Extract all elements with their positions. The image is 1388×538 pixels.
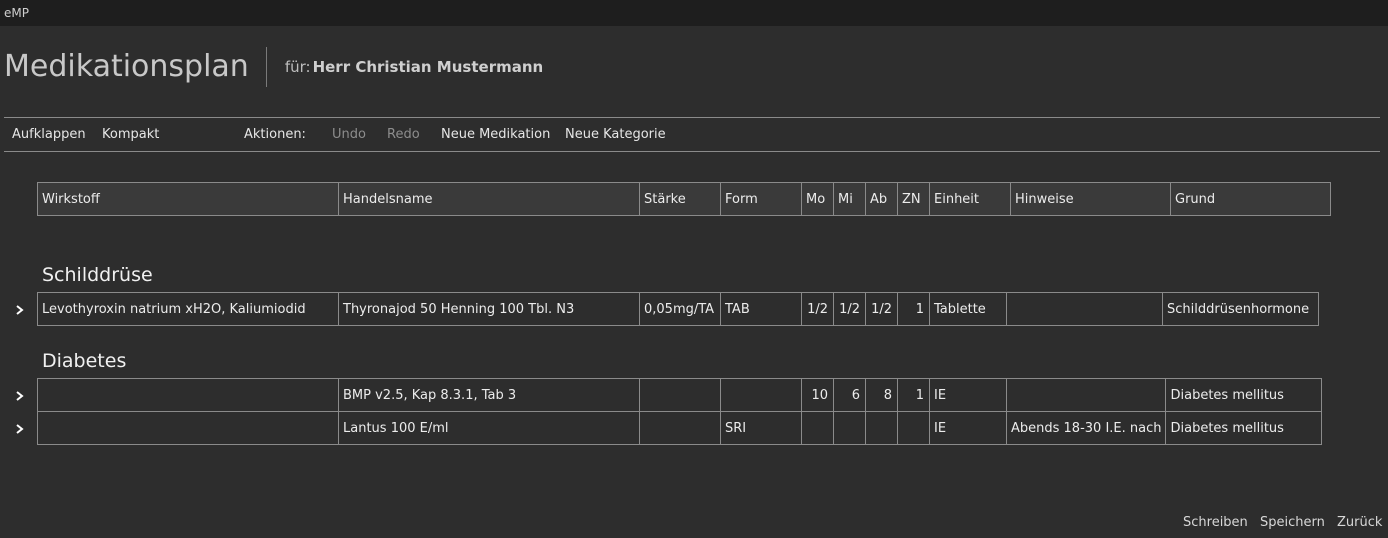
toolbar: Aufklappen Kompakt Aktionen: Undo Redo N… xyxy=(4,117,1380,152)
medication-table: BMP v2.5, Kap 8.3.1, Tab 3 10 6 8 1 IE D… xyxy=(37,378,1323,445)
cell-form[interactable]: TAB xyxy=(720,292,802,326)
cell-zn[interactable] xyxy=(897,411,930,445)
save-button[interactable]: Speichern xyxy=(1260,515,1325,530)
cell-einheit[interactable]: IE xyxy=(929,411,1007,445)
cell-ab[interactable]: 1/2 xyxy=(865,292,898,326)
cell-form[interactable]: SRI xyxy=(720,411,802,445)
table-row[interactable]: Lantus 100 E/ml SRI IE Abends 18-30 I.E.… xyxy=(37,411,1323,445)
cell-grund[interactable]: Diabetes mellitus xyxy=(1165,411,1323,445)
cell-hinweise[interactable]: Abends 18-30 I.E. nach xyxy=(1005,411,1167,445)
cell-mo[interactable] xyxy=(801,411,834,445)
cell-mi[interactable] xyxy=(833,411,866,445)
cell-staerke[interactable] xyxy=(639,411,721,445)
cell-mo[interactable]: 1/2 xyxy=(801,292,834,326)
medication-table: Levothyroxin natrium xH2O, Kaliumiodid T… xyxy=(37,292,1319,326)
column-header[interactable]: Einheit xyxy=(929,182,1011,216)
category-heading: Diabetes xyxy=(42,350,127,372)
page-header: Medikationsplan für: Herr Christian Muste… xyxy=(4,46,543,88)
cell-einheit[interactable]: IE xyxy=(929,378,1007,412)
cell-grund[interactable]: Diabetes mellitus xyxy=(1165,378,1323,412)
cell-wirkstoff[interactable] xyxy=(37,411,339,445)
actions-label: Aktionen: xyxy=(244,127,306,142)
cell-wirkstoff[interactable]: Levothyroxin natrium xH2O, Kaliumiodid xyxy=(37,292,339,326)
column-header[interactable]: Ab xyxy=(865,182,898,216)
column-header[interactable]: Mi xyxy=(833,182,866,216)
patient-info: für: Herr Christian Mustermann xyxy=(285,58,543,76)
cell-handelsname[interactable]: Lantus 100 E/ml xyxy=(338,411,640,445)
table-row[interactable]: Levothyroxin natrium xH2O, Kaliumiodid T… xyxy=(37,292,1319,326)
cell-hinweise[interactable] xyxy=(1005,378,1167,412)
cell-handelsname[interactable]: BMP v2.5, Kap 8.3.1, Tab 3 xyxy=(338,378,640,412)
cell-staerke[interactable] xyxy=(639,378,721,412)
chevron-right-icon[interactable] xyxy=(14,422,26,436)
window-title: eMP xyxy=(0,0,1388,26)
column-header[interactable]: ZN xyxy=(897,182,930,216)
cell-mo[interactable]: 10 xyxy=(801,378,834,412)
page-title: Medikationsplan xyxy=(4,49,249,84)
header-divider xyxy=(265,47,267,87)
cell-ab[interactable]: 8 xyxy=(865,378,898,412)
back-button[interactable]: Zurück xyxy=(1337,515,1382,530)
cell-wirkstoff[interactable] xyxy=(37,378,339,412)
cell-ab[interactable] xyxy=(865,411,898,445)
cell-mi[interactable]: 1/2 xyxy=(833,292,866,326)
cell-zn[interactable]: 1 xyxy=(897,292,930,326)
undo-button[interactable]: Undo xyxy=(332,127,366,142)
patient-prefix: für: xyxy=(284,58,311,76)
column-header-row: Wirkstoff Handelsname Stärke Form Mo Mi … xyxy=(37,182,1331,216)
expand-button[interactable]: Aufklappen xyxy=(12,127,86,142)
redo-button[interactable]: Redo xyxy=(387,127,420,142)
cell-staerke[interactable]: 0,05mg/TA xyxy=(639,292,721,326)
patient-name: Herr Christian Mustermann xyxy=(312,58,544,76)
chevron-right-icon[interactable] xyxy=(14,389,26,403)
category-heading: Schilddrüse xyxy=(42,264,153,286)
chevron-right-icon[interactable] xyxy=(14,303,26,317)
cell-handelsname[interactable]: Thyronajod 50 Henning 100 Tbl. N3 xyxy=(338,292,640,326)
new-category-button[interactable]: Neue Kategorie xyxy=(565,127,666,142)
column-header[interactable]: Handelsname xyxy=(338,182,640,216)
cell-grund[interactable]: Schilddrüsenhormone xyxy=(1162,292,1319,326)
write-button[interactable]: Schreiben xyxy=(1183,515,1248,530)
cell-einheit[interactable]: Tablette xyxy=(929,292,1007,326)
cell-hinweise[interactable] xyxy=(1006,292,1163,326)
column-header[interactable]: Hinweise xyxy=(1010,182,1171,216)
table-row[interactable]: BMP v2.5, Kap 8.3.1, Tab 3 10 6 8 1 IE D… xyxy=(37,378,1323,412)
column-header[interactable]: Stärke xyxy=(639,182,721,216)
compact-button[interactable]: Kompakt xyxy=(102,127,159,142)
new-medication-button[interactable]: Neue Medikation xyxy=(441,127,550,142)
cell-zn[interactable]: 1 xyxy=(897,378,930,412)
column-header[interactable]: Wirkstoff xyxy=(37,182,339,216)
cell-form[interactable] xyxy=(720,378,802,412)
column-header[interactable]: Grund xyxy=(1170,182,1331,216)
column-header[interactable]: Form xyxy=(720,182,802,216)
cell-mi[interactable]: 6 xyxy=(833,378,866,412)
column-header[interactable]: Mo xyxy=(801,182,834,216)
